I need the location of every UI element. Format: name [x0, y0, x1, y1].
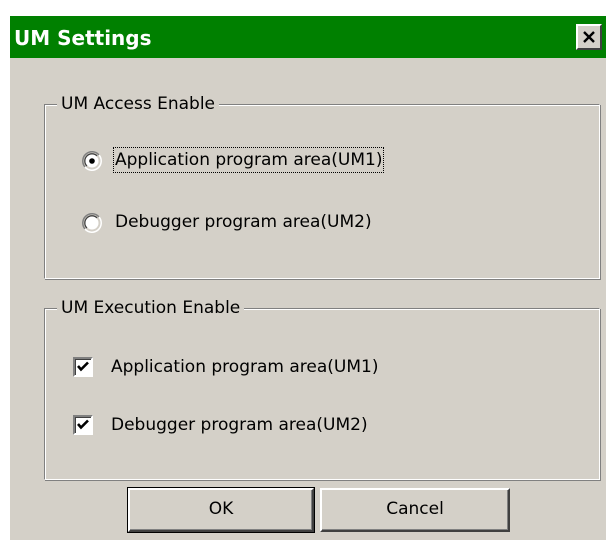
um-execution-enable-group: UM Execution Enable Application program …	[44, 297, 600, 480]
access-debugger-radio[interactable]	[82, 213, 102, 233]
um-execution-enable-label: UM Execution Enable	[57, 297, 245, 319]
execution-application-checkbox-option[interactable]: Application program area(UM1)	[73, 355, 453, 381]
ok-button[interactable]: OK	[127, 487, 315, 533]
um-settings-dialog: UM Settings UM Access Enable Application…	[8, 14, 606, 540]
um-access-enable-label: UM Access Enable	[57, 93, 220, 115]
access-application-radio[interactable]	[82, 151, 102, 171]
access-application-radio-option[interactable]: Application program area(UM1)	[82, 147, 452, 174]
execution-debugger-checkbox-option[interactable]: Debugger program area(UM2)	[73, 413, 453, 439]
radio-unselected-icon	[82, 213, 102, 233]
checkmark-icon	[77, 419, 89, 430]
execution-debugger-label: Debugger program area(UM2)	[111, 415, 368, 435]
um-access-enable-group: UM Access Enable Application program are…	[44, 93, 600, 279]
execution-application-label: Application program area(UM1)	[111, 357, 379, 377]
close-button[interactable]	[576, 24, 602, 50]
access-application-label: Application program area(UM1)	[112, 147, 385, 173]
radio-selected-icon	[82, 151, 102, 171]
execution-debugger-checkbox[interactable]	[73, 415, 93, 435]
checkmark-icon	[77, 361, 89, 372]
cancel-button[interactable]: Cancel	[320, 488, 510, 532]
dialog-title: UM Settings	[14, 26, 152, 50]
access-debugger-label: Debugger program area(UM2)	[115, 212, 372, 232]
access-debugger-radio-option[interactable]: Debugger program area(UM2)	[82, 210, 452, 236]
title-bar[interactable]: UM Settings	[10, 16, 606, 58]
execution-application-checkbox[interactable]	[73, 357, 93, 377]
close-icon	[583, 31, 595, 43]
